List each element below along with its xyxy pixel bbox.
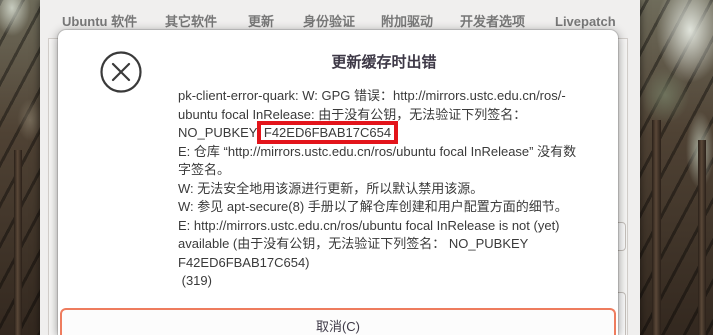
tab-other-software[interactable]: 其它软件 bbox=[165, 14, 217, 30]
tab-developer-options[interactable]: 开发者选项 bbox=[460, 14, 525, 30]
message-line-8: E: http://mirrors.ustc.edu.cn/ros/ubuntu… bbox=[178, 217, 560, 233]
highlighted-pubkey: F42ED6FBAB17C654 bbox=[256, 121, 399, 144]
error-icon bbox=[100, 51, 142, 93]
message-line-7: W: 参见 apt-secure(8) 手册以了解仓库创建和用户配置方面的细节。 bbox=[178, 199, 568, 214]
railing-post bbox=[652, 120, 661, 335]
message-line-9: available (由于没有公钥，无法验证下列签名： NO_PUBKEY bbox=[178, 236, 529, 251]
message-line-4: E: 仓库 “http://mirrors.ustc.edu.cn/ros/ub… bbox=[178, 143, 577, 159]
error-dialog: 更新缓存时出错 pk-client-error-quark: W: GPG 错误… bbox=[58, 30, 618, 335]
message-line-2: ubuntu focal InRelease: 由于没有公钥，无法验证下列签名： bbox=[178, 106, 527, 122]
dialog-message: pk-client-error-quark: W: GPG 错误：http://… bbox=[178, 87, 576, 291]
railing-post bbox=[698, 140, 706, 335]
dialog-title: 更新缓存时出错 bbox=[331, 54, 437, 71]
message-line-10: F42ED6FBAB17C654) bbox=[178, 254, 310, 270]
message-line-5: 字签名。 bbox=[178, 162, 231, 177]
tab-authentication[interactable]: 身份验证 bbox=[303, 14, 355, 30]
tab-updates[interactable]: 更新 bbox=[248, 14, 274, 30]
message-line-3: NO_PUBKEY F42ED6FBAB17C654 bbox=[178, 121, 576, 144]
cancel-button[interactable]: 取消(C) bbox=[60, 308, 616, 335]
cancel-button-label: 取消(C) bbox=[315, 319, 361, 334]
message-line-1: pk-client-error-quark: W: GPG 错误：http://… bbox=[178, 88, 566, 103]
pubkey-label: NO_PUBKEY bbox=[178, 125, 258, 140]
tab-additional-drivers[interactable]: 附加驱动 bbox=[381, 14, 433, 30]
message-line-6: W: 无法安全地用该源进行更新，所以默认禁用该源。 bbox=[178, 180, 484, 196]
tab-ubuntu-software[interactable]: Ubuntu 软件 bbox=[62, 14, 137, 30]
railing-post bbox=[14, 150, 22, 335]
tab-livepatch[interactable]: Livepatch bbox=[555, 14, 616, 30]
message-line-11: (319) bbox=[178, 273, 212, 288]
